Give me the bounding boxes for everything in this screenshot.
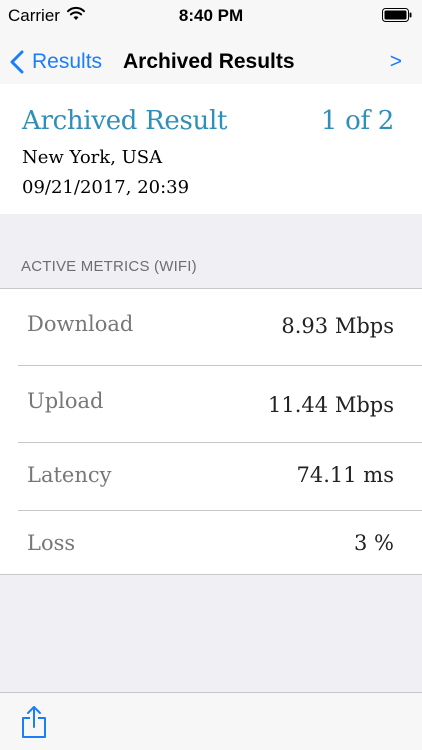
metric-value: 74.11 ms <box>296 463 394 487</box>
result-location: New York, USA <box>22 147 163 168</box>
result-datetime: 09/21/2017, 20:39 <box>22 177 190 198</box>
status-time: 8:40 PM <box>178 6 244 25</box>
navigation-bar: Results Archived Results > <box>0 40 422 84</box>
status-bar: Carrier 8:40 PM <box>0 0 422 40</box>
back-button[interactable]: Results <box>10 40 102 84</box>
metric-row-download[interactable]: Download 8.93 Mbps <box>0 289 422 366</box>
back-button-label: Results <box>32 50 103 73</box>
metrics-table: Download 8.93 Mbps Upload 11.44 Mbps Lat… <box>0 288 422 575</box>
metric-value: 3 % <box>354 531 394 555</box>
metric-label: Upload <box>27 389 104 413</box>
next-result-button[interactable]: > <box>390 40 402 84</box>
metric-label: Latency <box>27 463 112 487</box>
chevron-left-icon <box>10 50 24 74</box>
page-title: Archived Results <box>123 50 295 73</box>
metric-label: Download <box>27 312 134 336</box>
result-header: Archived Result 1 of 2 New York, USA 09/… <box>0 84 422 214</box>
result-title: Archived Result <box>22 106 228 136</box>
metric-value: 11.44 Mbps <box>268 393 394 417</box>
metric-label: Loss <box>27 531 76 555</box>
battery-icon <box>382 8 412 22</box>
metric-value: 8.93 Mbps <box>281 314 394 338</box>
metric-row-latency[interactable]: Latency 74.11 ms <box>0 443 422 511</box>
result-counter: 1 of 2 <box>320 106 394 136</box>
bottom-toolbar <box>0 692 422 750</box>
metric-row-loss[interactable]: Loss 3 % <box>0 511 422 575</box>
metric-row-upload[interactable]: Upload 11.44 Mbps <box>0 366 422 443</box>
share-icon[interactable] <box>20 705 48 739</box>
section-header: ACTIVE METRICS (WIFI) <box>21 258 197 275</box>
